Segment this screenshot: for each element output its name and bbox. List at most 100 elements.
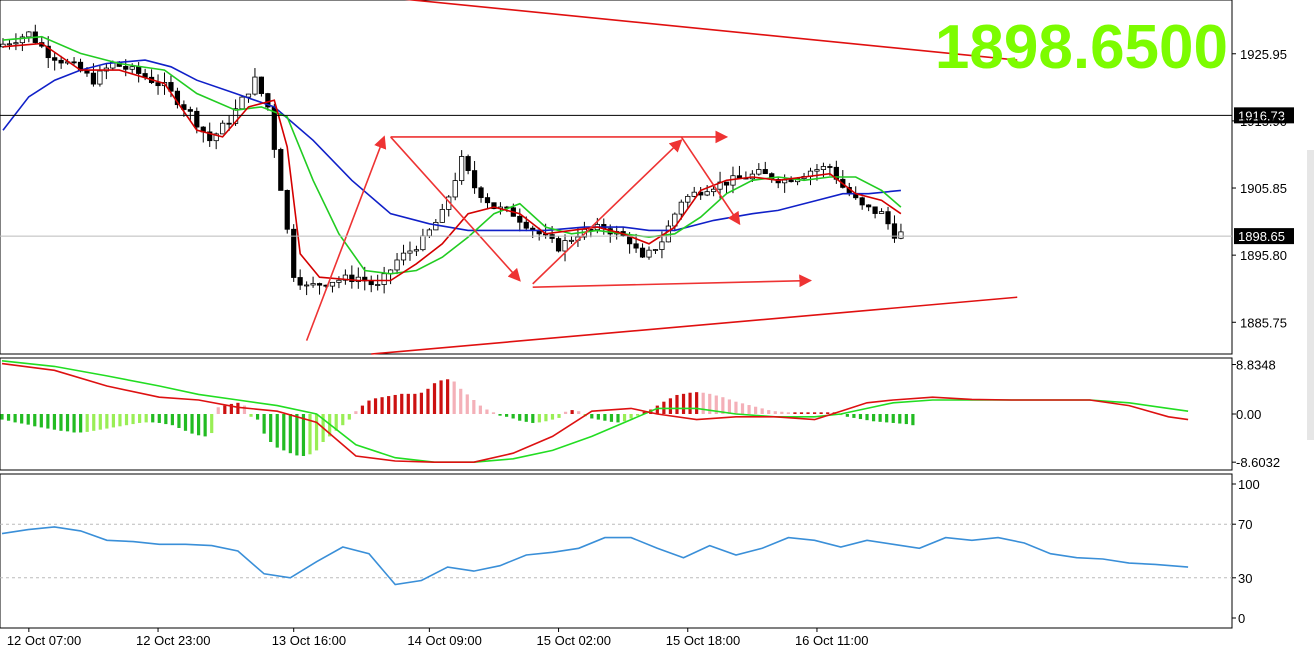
macd-histogram-bar bbox=[590, 414, 594, 419]
candle bbox=[827, 166, 833, 168]
macd-histogram-bar bbox=[655, 405, 659, 414]
macd-histogram-bar bbox=[793, 412, 797, 414]
rsi-axis: 100 70 30 0 bbox=[1232, 477, 1260, 626]
macd-histogram-bar bbox=[603, 414, 607, 421]
macd-histogram-bar bbox=[236, 402, 240, 414]
scrollbar-thumb[interactable] bbox=[1307, 150, 1314, 440]
macd-histogram-bar bbox=[33, 414, 37, 427]
candle bbox=[471, 170, 478, 189]
macd-histogram-bar bbox=[79, 414, 83, 433]
time-tick-label: 12 Oct 23:00 bbox=[136, 633, 210, 648]
macd-histogram-bar bbox=[177, 414, 181, 428]
macd-histogram-bar bbox=[439, 380, 443, 414]
candle bbox=[239, 96, 245, 110]
candle bbox=[555, 238, 562, 252]
macd-histogram-bar bbox=[183, 414, 188, 431]
macd-panel[interactable]: 8.8348 0.00 -8.6032 bbox=[0, 357, 1280, 471]
macd-histogram-bar bbox=[754, 406, 758, 414]
macd-histogram-bar bbox=[301, 414, 306, 456]
candle bbox=[252, 76, 258, 95]
macd-histogram-bar bbox=[819, 412, 823, 414]
macd-histogram-bar bbox=[767, 410, 771, 414]
macd-histogram-bar bbox=[570, 410, 574, 414]
macd-histogram-bar bbox=[92, 414, 96, 431]
candle bbox=[310, 283, 316, 286]
macd-histogram-bar bbox=[701, 392, 705, 414]
price-tick-label: 1885.75 bbox=[1240, 315, 1287, 330]
macd-histogram-bar bbox=[39, 414, 43, 428]
time-tick-label: 13 Oct 16:00 bbox=[272, 633, 346, 648]
macd-histogram-bar bbox=[544, 414, 548, 422]
candle bbox=[394, 259, 400, 271]
candle bbox=[465, 156, 471, 171]
candle bbox=[426, 229, 432, 237]
macd-histogram-bar bbox=[760, 408, 764, 414]
candle bbox=[685, 195, 691, 203]
candle bbox=[433, 221, 439, 231]
macd-histogram-bar bbox=[852, 414, 856, 418]
macd-histogram-bar bbox=[518, 414, 522, 421]
macd-main-line bbox=[1, 362, 1189, 464]
macd-histogram-bar bbox=[190, 414, 194, 434]
candle bbox=[439, 209, 445, 223]
macd-histogram-bar bbox=[144, 414, 148, 423]
chart-root: 1916.731898.651925.951915.901905.851895.… bbox=[0, 0, 1314, 648]
candle bbox=[478, 187, 484, 198]
rsi-panel[interactable]: 100 70 30 0 bbox=[0, 473, 1260, 629]
macd-histogram-bar bbox=[6, 414, 11, 421]
macd-histogram-bar bbox=[524, 414, 528, 422]
time-tick-label: 15 Oct 18:00 bbox=[666, 633, 740, 648]
candle bbox=[194, 110, 200, 128]
macd-histogram-bar bbox=[806, 412, 810, 414]
macd-axis: 8.8348 0.00 -8.6032 bbox=[1232, 358, 1280, 470]
candle bbox=[316, 283, 323, 286]
rsi-tick-label: 30 bbox=[1238, 571, 1252, 586]
candle bbox=[304, 284, 310, 287]
macd-histogram-bar bbox=[288, 414, 292, 454]
candle bbox=[58, 59, 64, 64]
candle bbox=[723, 181, 730, 186]
macd-histogram-bar bbox=[629, 414, 633, 419]
macd-histogram-bar bbox=[13, 414, 17, 423]
macd-histogram-bar bbox=[242, 405, 247, 414]
candle bbox=[381, 273, 387, 285]
macd-histogram-bar bbox=[485, 409, 489, 414]
macd-histogram-bar bbox=[550, 414, 555, 420]
macd-histogram-bar bbox=[871, 414, 876, 422]
ma-fast-line bbox=[2, 42, 902, 282]
macd-histogram-bar bbox=[636, 414, 640, 416]
macd-histogram-bar bbox=[668, 398, 673, 414]
price-panel[interactable]: 1916.731898.651925.951915.901905.851895.… bbox=[0, 0, 1294, 355]
candle bbox=[375, 284, 381, 286]
candle bbox=[284, 190, 290, 230]
macd-histogram-bar bbox=[695, 392, 699, 414]
macd-histogram-bar bbox=[911, 414, 915, 426]
price-tick-label: 1895.80 bbox=[1240, 248, 1287, 263]
level-label: 1898.65 bbox=[1238, 229, 1285, 244]
macd-histogram-bar bbox=[354, 411, 358, 414]
macd-histogram-bar bbox=[531, 414, 535, 423]
candle bbox=[26, 31, 32, 38]
candle bbox=[297, 277, 303, 286]
macd-histogram-bar bbox=[341, 414, 345, 426]
macd-histogram-bar bbox=[269, 414, 273, 442]
macd-tick-label: 0.00 bbox=[1236, 407, 1261, 422]
macd-histogram-bar bbox=[124, 414, 129, 426]
macd-histogram-bar bbox=[59, 414, 63, 431]
macd-tick-label: 8.8348 bbox=[1236, 358, 1276, 373]
candle bbox=[872, 206, 878, 214]
macd-histogram-bar bbox=[845, 414, 849, 417]
rsi-line bbox=[1, 526, 1189, 586]
annotation-arrow bbox=[305, 135, 387, 341]
macd-histogram-bar bbox=[249, 414, 253, 417]
macd-histogram-bar bbox=[799, 412, 804, 414]
candle bbox=[678, 201, 684, 215]
candle bbox=[820, 166, 827, 170]
macd-histogram-bar bbox=[747, 405, 751, 414]
macd-histogram-bar bbox=[727, 399, 732, 414]
price-tick-label: 1925.95 bbox=[1240, 47, 1287, 62]
candle bbox=[226, 122, 232, 125]
candle bbox=[155, 82, 161, 87]
macd-histogram-bar bbox=[406, 393, 410, 414]
macd-tick-label: -8.6032 bbox=[1236, 455, 1280, 470]
